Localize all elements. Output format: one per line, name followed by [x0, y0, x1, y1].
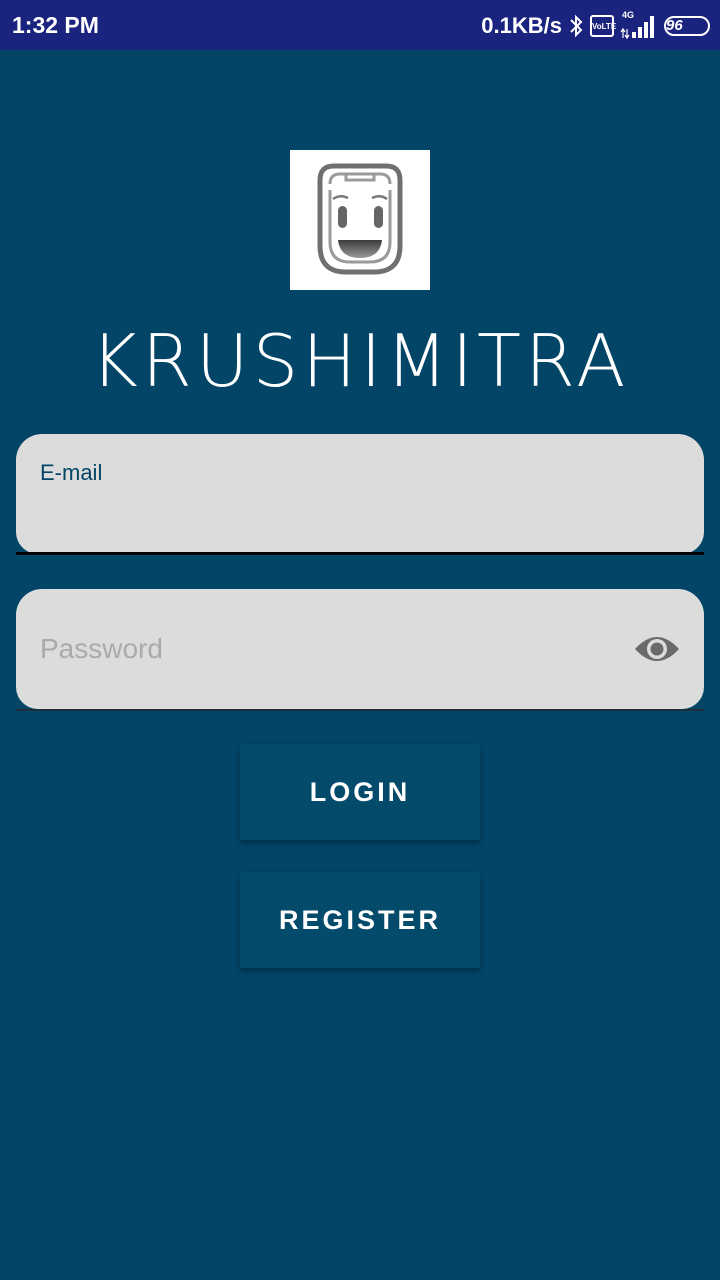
app-logo	[290, 150, 430, 290]
email-label: E-mail	[40, 460, 103, 485]
status-bar: 1:32 PM 0.1KB/s Vo LTE 4G 96	[0, 0, 720, 50]
status-time: 1:32 PM	[12, 12, 99, 38]
password-underline	[16, 709, 704, 711]
bluetooth-icon	[568, 14, 584, 38]
register-button[interactable]: REGISTER	[240, 872, 480, 968]
eye-icon[interactable]	[634, 631, 680, 667]
password-field[interactable]: Password	[16, 589, 704, 709]
status-icons: 0.1KB/s Vo LTE 4G 96	[481, 10, 710, 42]
volte-bottom-text: LTE	[601, 22, 617, 31]
network-speed: 0.1KB/s	[481, 13, 562, 38]
battery-icon: 96	[664, 16, 710, 36]
login-button[interactable]: LOGIN	[240, 744, 480, 840]
email-field[interactable]: E-mail	[16, 434, 704, 554]
volte-top-text: Vo	[592, 22, 602, 31]
password-placeholder: Password	[40, 633, 163, 664]
email-underline	[16, 552, 704, 555]
smiley-robot-logo	[317, 163, 403, 275]
app-title: KRUSHIMITRA	[90, 319, 630, 403]
battery-level: 96	[666, 17, 683, 34]
signal-icon: 4G	[620, 10, 658, 40]
volte-icon: Vo LTE	[590, 15, 617, 37]
